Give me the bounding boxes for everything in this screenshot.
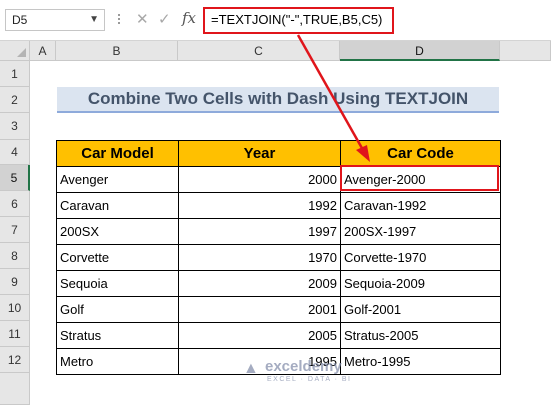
car-model-cell[interactable]: Metro [56,348,179,375]
row-header-6[interactable]: 6 [0,191,30,217]
row-header-11[interactable]: 11 [0,321,30,347]
year-cell[interactable]: 2009 [178,270,341,297]
row-header-13[interactable] [0,373,30,405]
row-header-12[interactable]: 12 [0,347,30,373]
car-code-cell[interactable]: Sequoia-2009 [340,270,501,297]
car-model-cell[interactable]: Stratus [56,322,179,349]
formula-bar: D5 ▼ ✕ ✓ fx =TEXTJOIN("-",TRUE,B5,C5) [0,0,551,41]
car-model-cell[interactable]: Avenger [56,166,179,193]
exceldemy-logo-icon: ▲ [243,360,259,377]
row-header-7[interactable]: 7 [0,217,30,243]
name-box-value: D5 [12,13,28,27]
row-header-2[interactable]: 2 [0,87,30,113]
table-row: 200SX 1997 200SX-1997 [56,218,501,245]
select-all-corner[interactable] [0,41,30,61]
table-row: Corvette 1970 Corvette-1970 [56,244,501,271]
header-car-model[interactable]: Car Model [56,140,179,167]
formula-input[interactable]: =TEXTJOIN("-",TRUE,B5,C5) [203,7,394,34]
car-model-cell[interactable]: Corvette [56,244,179,271]
chevron-down-icon[interactable]: ▼ [89,10,99,30]
sheet-title: Combine Two Cells with Dash Using TEXTJO… [57,87,499,113]
row-header-9[interactable]: 9 [0,269,30,295]
car-code-cell[interactable]: Stratus-2005 [340,322,501,349]
column-header-e[interactable] [500,41,551,61]
car-code-cell[interactable]: Avenger-2000 [340,166,501,193]
row-header-10[interactable]: 10 [0,295,30,321]
car-code-cell[interactable]: Golf-2001 [340,296,501,323]
table-row: Avenger 2000 Avenger-2000 [56,166,501,193]
car-code-cell[interactable]: Metro-1995 [340,348,501,375]
row-header-3[interactable]: 3 [0,113,30,140]
row-header-5[interactable]: 5 [0,165,30,191]
name-box[interactable]: D5 ▼ [5,9,105,31]
car-model-cell[interactable]: Golf [56,296,179,323]
watermark-tagline: EXCEL · DATA · BI [267,376,352,383]
car-model-cell[interactable]: Caravan [56,192,179,219]
table-row: Stratus 2005 Stratus-2005 [56,322,501,349]
column-header-b[interactable]: B [56,41,178,61]
watermark-name: exceldemy [265,358,342,375]
table-row: Golf 2001 Golf-2001 [56,296,501,323]
year-cell[interactable]: 1992 [178,192,341,219]
resize-handle[interactable] [118,12,121,28]
table-row: Sequoia 2009 Sequoia-2009 [56,270,501,297]
year-cell[interactable]: 1997 [178,218,341,245]
enter-icon[interactable]: ✓ [158,10,171,28]
car-table: Car Model Year Car Code Avenger 2000 Ave… [56,140,501,375]
car-model-cell[interactable]: Sequoia [56,270,179,297]
car-code-cell[interactable]: 200SX-1997 [340,218,501,245]
header-car-code[interactable]: Car Code [340,140,501,167]
cancel-icon[interactable]: ✕ [136,10,149,28]
car-code-cell[interactable]: Caravan-1992 [340,192,501,219]
header-year[interactable]: Year [178,140,341,167]
column-header-a[interactable]: A [30,41,56,61]
car-model-cell[interactable]: 200SX [56,218,179,245]
year-cell[interactable]: 2001 [178,296,341,323]
car-code-cell[interactable]: Corvette-1970 [340,244,501,271]
table-row: Caravan 1992 Caravan-1992 [56,192,501,219]
year-cell[interactable]: 1970 [178,244,341,271]
year-cell[interactable]: 2000 [178,166,341,193]
row-header-4[interactable]: 4 [0,140,30,165]
insert-function-icon[interactable]: fx [182,9,196,27]
row-header-1[interactable]: 1 [0,61,30,87]
column-header-c[interactable]: C [178,41,340,61]
column-header-d[interactable]: D [340,41,500,61]
exceldemy-watermark: ▲ exceldemy EXCEL · DATA · BI [243,354,353,388]
row-header-8[interactable]: 8 [0,243,30,269]
year-cell[interactable]: 2005 [178,322,341,349]
